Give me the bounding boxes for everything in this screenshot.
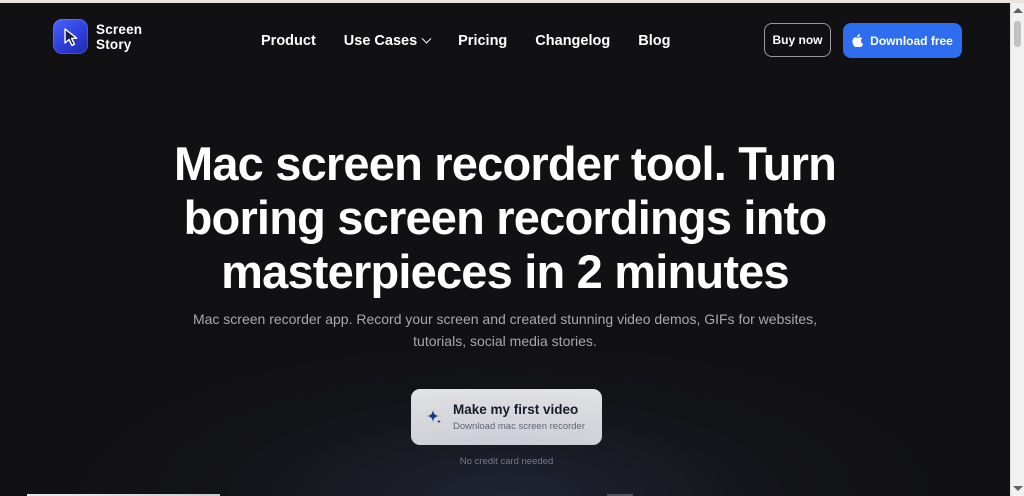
brand-name: Screen Story [96,22,142,52]
scroll-down-arrow-icon[interactable] [1013,486,1023,491]
landing-page: Screen Story Product Use Cases Pricing C… [0,3,1010,496]
scrollbar-thumb[interactable] [1014,21,1021,47]
make-first-video-button[interactable]: Make my first video Download mac screen … [411,389,602,445]
scroll-up-arrow-icon[interactable] [1013,8,1023,13]
buy-now-button[interactable]: Buy now [764,23,831,57]
chevron-down-icon [421,33,432,44]
nav-item-changelog[interactable]: Changelog [535,33,610,49]
nav-item-product[interactable]: Product [261,33,316,49]
nav-item-use-cases-label: Use Cases [343,33,418,49]
sparkle-icon [425,408,443,426]
nav-item-blog[interactable]: Blog [638,33,670,49]
download-free-button[interactable]: Download free [843,23,962,58]
cta-text: Make my first video Download mac screen … [453,401,585,433]
main-nav: Product Use Cases Pricing Changelog Blog [261,31,670,51]
hero-title: Mac screen recorder tool. Turn boring sc… [173,137,837,298]
cursor-arrow-icon [53,19,88,54]
brand-logo[interactable]: Screen Story [53,19,142,54]
cta-title: Make my first video [453,402,579,417]
nav-item-pricing[interactable]: Pricing [458,33,507,49]
vertical-scrollbar[interactable] [1010,3,1024,496]
cta-subtitle: Download mac screen recorder [453,421,586,432]
download-free-label: Download free [870,33,953,48]
brand-name-line2: Story [96,36,132,52]
no-credit-card-note: No credit card needed [459,456,554,467]
apple-icon [852,34,864,47]
brand-name-line1: Screen [96,21,143,37]
nav-item-use-cases[interactable]: Use Cases [343,33,432,49]
hero-subtitle: Mac screen recorder app. Record your scr… [192,311,818,349]
